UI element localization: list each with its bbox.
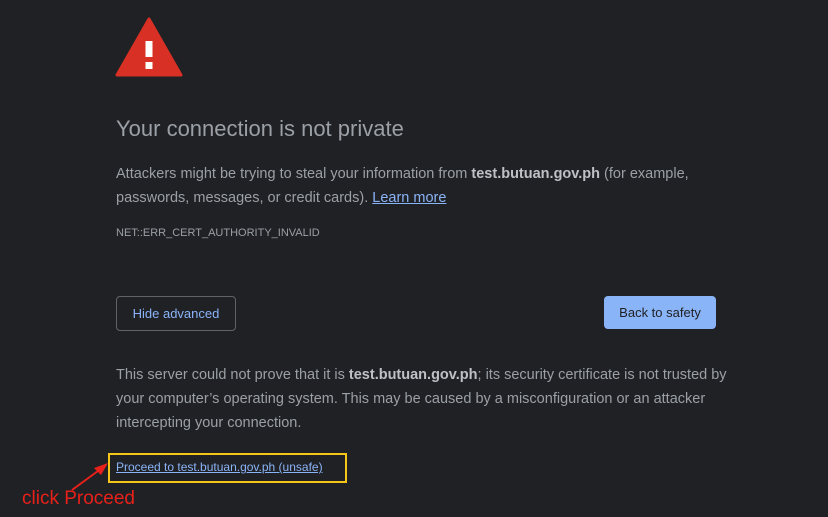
page-title: Your connection is not private: [116, 116, 404, 141]
error-code: NET::ERR_CERT_AUTHORITY_INVALID: [116, 227, 320, 239]
learn-more-link[interactable]: Learn more: [372, 190, 446, 206]
host-name: test.butuan.gov.ph: [471, 166, 601, 182]
annotation-label: click Proceed: [22, 488, 135, 509]
details-host-name: test.butuan.gov.ph: [348, 367, 478, 383]
warning-triangle-icon: [115, 17, 183, 77]
proceed-unsafe-link[interactable]: Proceed to test.butuan.gov.ph (unsafe): [116, 460, 323, 474]
intro-text: Attackers might be trying to steal your …: [116, 166, 689, 206]
hide-advanced-button[interactable]: Hide advanced: [116, 296, 236, 331]
back-to-safety-button[interactable]: Back to safety: [604, 296, 716, 329]
advanced-details-text: This server could not prove that it is t…: [116, 367, 727, 431]
